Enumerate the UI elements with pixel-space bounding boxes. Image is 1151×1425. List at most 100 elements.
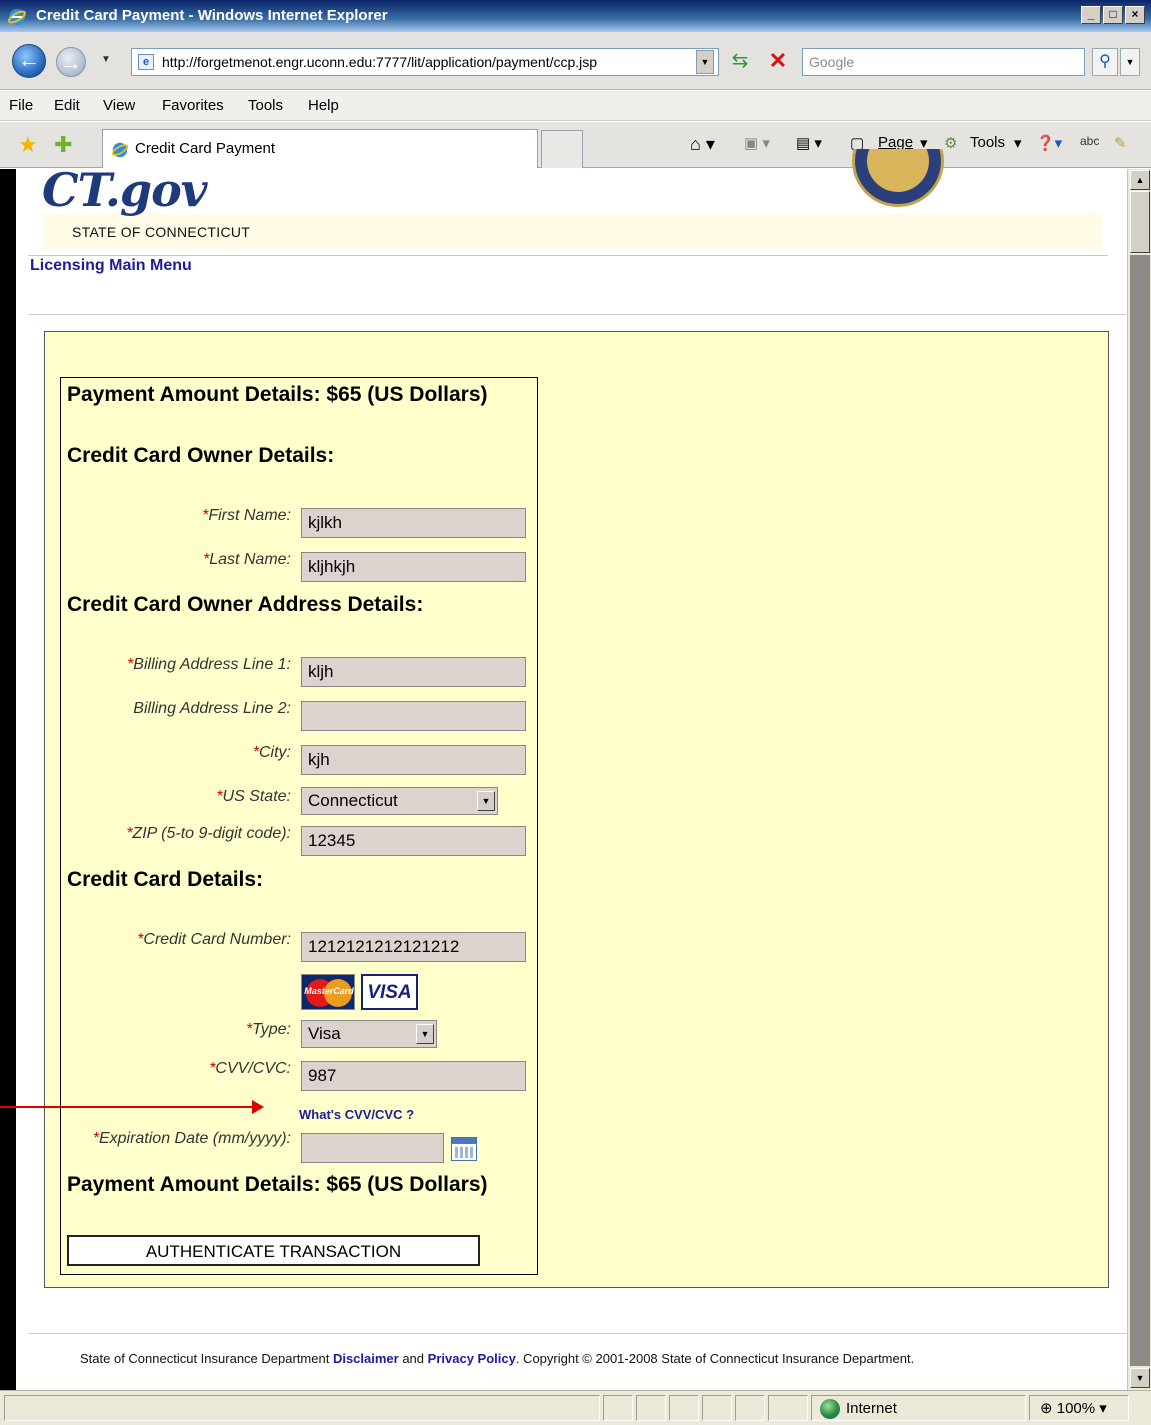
scroll-down-icon[interactable]: ▼: [1130, 1368, 1150, 1388]
zone-label: Internet: [846, 1400, 897, 1417]
last-name-input[interactable]: kljhkjh: [301, 552, 526, 582]
status-text-cell: [4, 1395, 600, 1421]
menu-help[interactable]: Help: [308, 97, 339, 114]
billing-line2-label: Billing Address Line 2:: [133, 700, 291, 717]
zoom-level[interactable]: ⊕ 100% ▾: [1040, 1399, 1107, 1417]
menu-tools[interactable]: Tools: [248, 97, 283, 114]
vertical-scrollbar[interactable]: ▲ ▼: [1127, 169, 1151, 1390]
card-details-heading: Credit Card Details:: [67, 868, 264, 891]
billing-line2-input[interactable]: [301, 701, 526, 731]
tools-dropdown-icon[interactable]: ▾: [1014, 134, 1022, 152]
tab-title: Credit Card Payment: [135, 140, 276, 157]
ct-gov-logo[interactable]: CT.gov: [42, 163, 208, 217]
address-url-text: http://forgetmenot.engr.uconn.edu:7777/l…: [162, 54, 598, 70]
city-label: *City:: [252, 744, 291, 761]
address-dropdown-button[interactable]: ▼: [696, 50, 714, 74]
minimize-button[interactable]: _: [1081, 6, 1101, 24]
address-details-heading: Credit Card Owner Address Details:: [67, 593, 424, 616]
feeds-icon[interactable]: ▣ ▾: [744, 134, 770, 152]
calendar-icon[interactable]: [451, 1137, 477, 1161]
card-type-select[interactable]: Visa ▼: [301, 1020, 437, 1048]
recent-pages-dropdown-icon[interactable]: ▼: [101, 54, 111, 65]
disclaimer-link[interactable]: Disclaimer: [333, 1351, 399, 1366]
footer-divider: [28, 1333, 1128, 1334]
status-cell: [735, 1395, 765, 1421]
status-cell: [636, 1395, 666, 1421]
payment-amount-heading-bottom: Payment Amount Details: $65 (US Dollars): [67, 1173, 488, 1196]
payment-form: Payment Amount Details: $65 (US Dollars)…: [60, 377, 538, 1275]
city-input[interactable]: kjh: [301, 745, 526, 775]
state-seal-icon: [852, 149, 944, 207]
zone-cell[interactable]: [811, 1395, 1026, 1421]
status-cell: [768, 1395, 808, 1421]
window-title-bar[interactable]: Credit Card Payment - Windows Internet E…: [0, 0, 1151, 32]
maximize-button[interactable]: □: [1103, 6, 1123, 24]
menu-bar: File Edit View Favorites Tools Help: [0, 91, 1151, 121]
status-cell: [669, 1395, 699, 1421]
status-cell: [603, 1395, 633, 1421]
state-of-connecticut-text: STATE OF CONNECTICUT: [72, 224, 251, 240]
expiration-input[interactable]: [301, 1133, 444, 1163]
licensing-main-menu-link[interactable]: Licensing Main Menu: [30, 257, 192, 275]
ie-logo-icon: [8, 9, 26, 25]
tools-gear-icon[interactable]: ⚙: [944, 134, 957, 152]
card-number-input[interactable]: 1212121212121212: [301, 932, 526, 962]
annotation-arrow-line: [0, 1106, 254, 1108]
payment-panel: Payment Amount Details: $65 (US Dollars)…: [44, 331, 1109, 1288]
favorites-star-icon[interactable]: ★: [18, 132, 38, 158]
billing-line1-input[interactable]: kljh: [301, 657, 526, 687]
footer-text: State of Connecticut Insurance Departmen…: [80, 1351, 915, 1366]
navigation-bar: ← → ▼ e http://forgetmenot.engr.uconn.ed…: [0, 32, 1151, 90]
search-input[interactable]: Google: [802, 48, 1085, 76]
visa-logo: VISA: [361, 974, 418, 1010]
owner-details-heading: Credit Card Owner Details:: [67, 444, 335, 467]
chevron-down-icon[interactable]: ▼: [477, 791, 495, 811]
whats-cvv-link[interactable]: What's CVV/CVC ?: [299, 1107, 414, 1122]
zip-input[interactable]: 12345: [301, 826, 526, 856]
zip-label: *ZIP (5-to 9-digit code):: [126, 825, 291, 842]
expiration-label: *Expiration Date (mm/yyyy):: [92, 1130, 291, 1147]
tab-bar: ★ ✚ Credit Card Payment ⌂ ▾ ▣ ▾ ▤ ▾ ▢ Pa…: [0, 122, 1151, 168]
last-name-label: *Last Name:: [202, 551, 291, 568]
menu-favorites[interactable]: Favorites: [162, 97, 224, 114]
page-icon: e: [138, 54, 154, 70]
scroll-track[interactable]: [1130, 255, 1150, 1366]
close-button[interactable]: ×: [1125, 6, 1145, 24]
back-button[interactable]: ←: [12, 44, 46, 78]
home-icon[interactable]: ⌂ ▾: [690, 134, 715, 155]
tools-menu-label[interactable]: Tools: [970, 134, 1005, 151]
chevron-down-icon[interactable]: ▼: [416, 1024, 434, 1044]
status-bar: Internet ⊕ 100% ▾: [0, 1390, 1151, 1425]
help-icon[interactable]: ❓▾: [1036, 134, 1062, 152]
refresh-icon[interactable]: ⇆: [726, 48, 754, 76]
card-number-label: *Credit Card Number:: [137, 931, 291, 948]
search-icon[interactable]: ⚲: [1092, 48, 1118, 76]
privacy-policy-link[interactable]: Privacy Policy: [428, 1351, 516, 1366]
research-icon[interactable]: ✎: [1114, 134, 1127, 152]
type-label: *Type:: [245, 1021, 291, 1038]
menu-edit[interactable]: Edit: [54, 97, 80, 114]
scroll-thumb[interactable]: [1130, 191, 1150, 253]
menu-view[interactable]: View: [103, 97, 135, 114]
address-input[interactable]: e http://forgetmenot.engr.uconn.edu:7777…: [131, 48, 719, 76]
annotation-arrow-head-icon: [252, 1100, 264, 1114]
cvv-input[interactable]: 987: [301, 1061, 526, 1091]
card-type-selected-value: Visa: [308, 1024, 341, 1043]
left-edge-bar: [0, 169, 16, 1390]
menu-file[interactable]: File: [9, 97, 33, 114]
stop-icon[interactable]: ✕: [764, 48, 792, 76]
mastercard-logo: MasterCard: [301, 974, 355, 1010]
scroll-up-icon[interactable]: ▲: [1130, 170, 1150, 190]
forward-button[interactable]: →: [56, 47, 86, 77]
authenticate-transaction-button[interactable]: AUTHENTICATE TRANSACTION: [67, 1235, 480, 1266]
first-name-input[interactable]: kjlkh: [301, 508, 526, 538]
ie-tab-icon: [111, 142, 129, 158]
new-tab-button[interactable]: [541, 130, 583, 168]
us-state-select[interactable]: Connecticut ▼: [301, 787, 498, 815]
print-icon[interactable]: ▤ ▾: [796, 134, 822, 152]
billing-line1-label: *Billing Address Line 1:: [127, 656, 291, 673]
first-name-label: *First Name:: [202, 507, 291, 524]
spellcheck-icon[interactable]: abc: [1080, 134, 1099, 148]
search-options-dropdown-icon[interactable]: ▼: [1120, 48, 1140, 76]
add-favorite-icon[interactable]: ✚: [54, 132, 72, 158]
